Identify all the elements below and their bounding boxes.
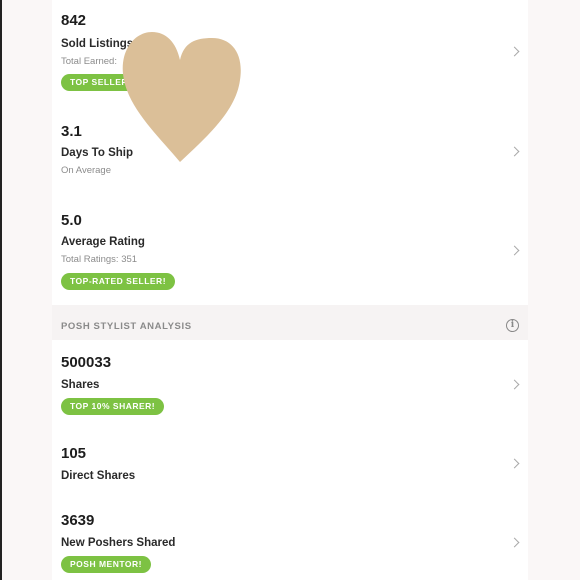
on-average-label: On Average (61, 165, 112, 176)
new-poshers-value: 3639 (61, 512, 95, 529)
average-rating-row[interactable]: 5.0 Average Rating Total Ratings: 351 TO… (52, 203, 528, 305)
shares-row[interactable]: 500033 Shares TOP 10% SHARER! (52, 340, 528, 435)
new-poshers-label: New Poshers Shared (61, 537, 176, 549)
section-title: POSH STYLIST ANALYSIS (61, 321, 192, 332)
chevron-right-icon (509, 146, 520, 157)
average-rating-value: 5.0 (61, 212, 82, 229)
posh-stylist-analysis-header: POSH STYLIST ANALYSIS i (52, 305, 528, 340)
new-poshers-shared-row[interactable]: 3639 New Poshers Shared POSH MENTOR! (52, 500, 528, 580)
chevron-right-icon (509, 537, 520, 548)
total-earned-label: Total Earned: (61, 56, 117, 67)
chevron-right-icon (509, 379, 520, 390)
shares-value: 500033 (61, 354, 112, 371)
average-rating-label: Average Rating (61, 236, 145, 248)
top-sharer-badge: TOP 10% SHARER! (61, 398, 165, 415)
info-icon[interactable]: i (506, 319, 519, 332)
direct-shares-label: Direct Shares (61, 470, 136, 482)
heart-sticker-icon (122, 32, 241, 162)
top-rated-seller-badge: TOP-RATED SELLER! (61, 273, 176, 290)
days-to-ship-value: 3.1 (61, 123, 82, 140)
left-border (0, 0, 2, 580)
chevron-right-icon (509, 245, 520, 256)
direct-shares-value: 105 (61, 445, 87, 462)
total-ratings-label: Total Ratings: 351 (61, 254, 138, 265)
chevron-right-icon (509, 458, 520, 469)
direct-shares-row[interactable]: 105 Direct Shares (52, 435, 528, 500)
shares-label: Shares (61, 379, 100, 391)
chevron-right-icon (509, 46, 520, 57)
sold-listings-value: 842 (61, 12, 87, 29)
posh-mentor-badge: POSH MENTOR! (61, 556, 151, 573)
